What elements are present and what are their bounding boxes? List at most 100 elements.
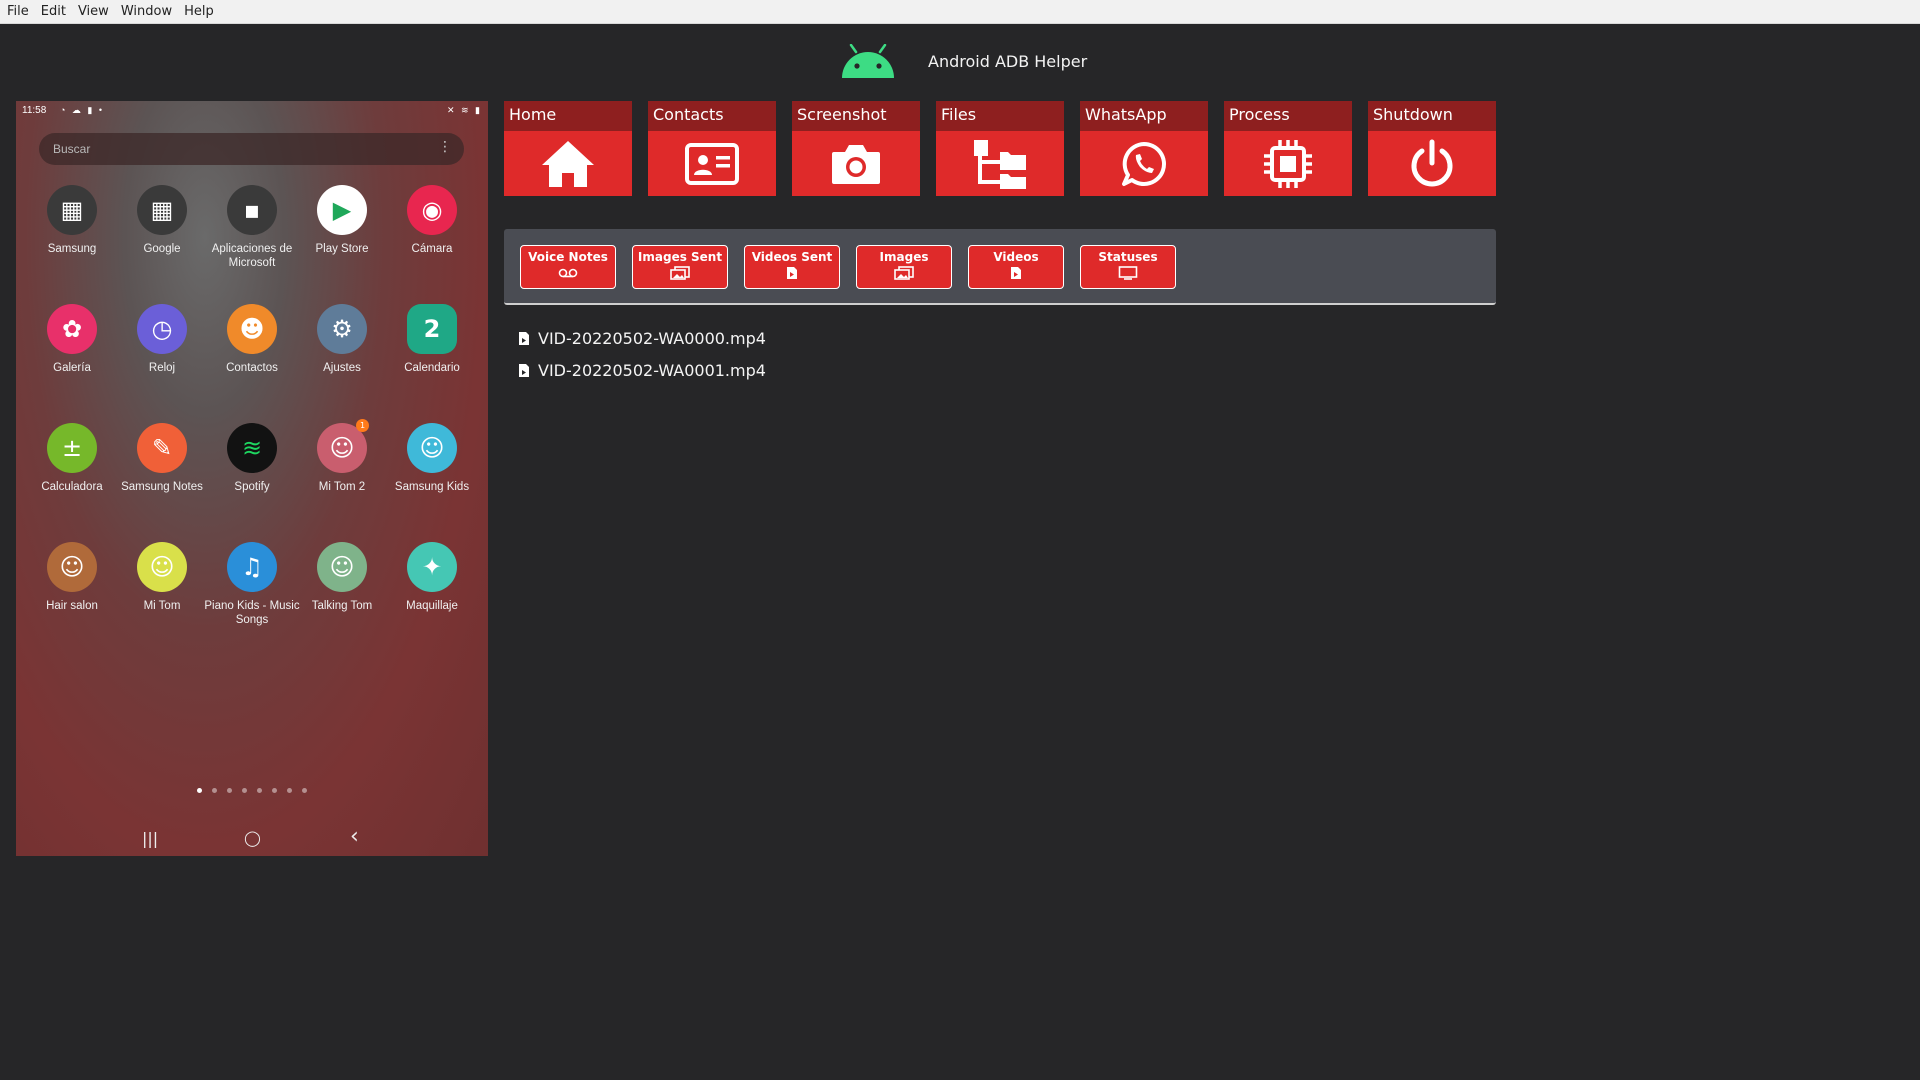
app-label: Spotify — [234, 481, 270, 493]
calculator-icon: ± — [47, 423, 97, 473]
makeup-icon: ✦ — [407, 542, 457, 592]
app-label: Calculadora — [41, 481, 103, 493]
play-store-icon: ▶ — [317, 185, 367, 235]
app-label: Ajustes — [323, 362, 361, 374]
statuses-button[interactable]: Statuses — [1080, 245, 1176, 289]
page-dot[interactable] — [287, 788, 292, 793]
tool-shutdown-label: Shutdown — [1368, 101, 1496, 131]
app-label: Hair salon — [46, 600, 98, 612]
app-samsung-notes[interactable]: ✎ Samsung Notes — [112, 423, 212, 494]
video-file-icon — [787, 267, 797, 279]
app-header: Android ADB Helper — [0, 40, 1920, 86]
images-sent-label: Images Sent — [637, 250, 723, 264]
settings-icon: ⚙ — [317, 304, 367, 354]
file-list-item[interactable]: VID-20220502-WA0000.mp4 — [518, 322, 766, 354]
app-contacts-app[interactable]: ☻ Contactos — [202, 304, 302, 375]
voice-notes-button[interactable]: Voice Notes — [520, 245, 616, 289]
page-dot[interactable] — [227, 788, 232, 793]
home-nav-button[interactable]: ◯ — [244, 829, 261, 847]
app-label: Mi Tom 2 — [318, 481, 366, 493]
images-sent-button[interactable]: Images Sent — [632, 245, 728, 289]
videos-sent-button[interactable]: Videos Sent — [744, 245, 840, 289]
recent-apps-button[interactable]: ||| — [142, 829, 158, 848]
images-icon — [670, 266, 690, 280]
samsung-folder-icon: ▦ — [47, 185, 97, 235]
voice-notes-label: Voice Notes — [528, 250, 608, 264]
videos-button[interactable]: Videos — [968, 245, 1064, 289]
menu-window[interactable]: Window — [116, 4, 177, 19]
app-camera-app[interactable]: ◉ Cámara — [382, 185, 482, 256]
phone-search-placeholder: Buscar — [53, 142, 91, 156]
tool-home-label: Home — [504, 101, 632, 131]
home-icon — [542, 140, 594, 187]
tool-contacts[interactable]: Contacts — [648, 101, 776, 196]
phone-screen[interactable]: 11:58 ◔ ☁ ▮ • ✕ ≋ ▮ Buscar ⋮ ▦ Samsung ▦ Go… — [16, 101, 488, 856]
images-button[interactable]: Images — [856, 245, 952, 289]
google-folder-icon: ▦ — [137, 185, 187, 235]
menu-help[interactable]: Help — [179, 4, 219, 19]
app-label: Piano Kids - Music Songs — [204, 600, 300, 626]
samsung-notes-icon: ✎ — [137, 423, 187, 473]
app-gallery[interactable]: ✿ Galería — [22, 304, 122, 375]
power-icon — [1411, 139, 1453, 186]
app-label: Samsung — [47, 243, 97, 255]
app-label: Calendario — [404, 362, 460, 374]
page-dot[interactable] — [212, 788, 217, 793]
my-tom-icon: ☺ — [137, 542, 187, 592]
app-samsung-kids[interactable]: ☺ Samsung Kids — [382, 423, 482, 494]
notification-icons: ◔ ☁ ▮ • — [60, 105, 105, 115]
phone-nav-bar: ||| ◯ ‹ — [16, 824, 488, 853]
app-makeup[interactable]: ✦ Maquillaje — [382, 542, 482, 613]
file-list: VID-20220502-WA0000.mp4 VID-20220502-WA0… — [518, 322, 766, 386]
my-tom-2-icon: ☺ 1 — [317, 419, 369, 473]
tool-screenshot[interactable]: Screenshot — [792, 101, 920, 196]
app-clock[interactable]: ◷ Reloj — [112, 304, 212, 375]
app-microsoft-folder[interactable]: ▪ Aplicaciones de Microsoft — [202, 185, 302, 270]
app-my-tom[interactable]: ☺ Mi Tom — [112, 542, 212, 613]
app-calculator[interactable]: ± Calculadora — [22, 423, 122, 494]
app-calendar[interactable]: 2 Calendario — [382, 304, 482, 375]
tool-screenshot-label: Screenshot — [792, 101, 920, 131]
app-hair-salon[interactable]: ☺ Hair salon — [22, 542, 122, 613]
kebab-menu-icon[interactable]: ⋮ — [438, 139, 452, 155]
app-label: Cámara — [411, 243, 453, 255]
tool-shutdown[interactable]: Shutdown — [1368, 101, 1496, 196]
phone-search-bar[interactable]: Buscar ⋮ — [39, 133, 464, 165]
images-icon — [894, 266, 914, 280]
menu-edit[interactable]: Edit — [36, 4, 71, 19]
app-play-store[interactable]: ▶ Play Store — [292, 185, 392, 256]
app-piano-kids[interactable]: ♫ Piano Kids - Music Songs — [202, 542, 302, 627]
app-talking-tom[interactable]: ☺ Talking Tom — [292, 542, 392, 613]
tool-home[interactable]: Home — [504, 101, 632, 196]
menu-view[interactable]: View — [73, 4, 114, 19]
voicemail-icon — [558, 268, 578, 278]
app-label: Talking Tom — [311, 600, 373, 612]
tool-whatsapp[interactable]: WhatsApp — [1080, 101, 1208, 196]
file-name: VID-20220502-WA0000.mp4 — [538, 328, 766, 348]
statuses-label: Statuses — [1098, 250, 1158, 264]
status-time: 11:58 — [22, 105, 47, 116]
page-dot[interactable] — [242, 788, 247, 793]
app-label: Maquillaje — [406, 600, 458, 612]
app-settings[interactable]: ⚙ Ajustes — [292, 304, 392, 375]
app-google-folder[interactable]: ▦ Google — [112, 185, 212, 256]
whatsapp-panel: Voice Notes Images Sent Videos Sent Imag… — [504, 229, 1496, 305]
tool-process[interactable]: Process — [1224, 101, 1352, 196]
app-my-tom-2[interactable]: ☺ 1 Mi Tom 2 — [292, 419, 392, 494]
menu-file[interactable]: File — [2, 4, 34, 19]
tool-contacts-label: Contacts — [648, 101, 776, 131]
back-nav-button[interactable]: ‹ — [350, 824, 359, 849]
tool-files[interactable]: Files — [936, 101, 1064, 196]
file-list-item[interactable]: VID-20220502-WA0001.mp4 — [518, 354, 766, 386]
system-status-icons: ✕ ≋ ▮ — [446, 105, 482, 115]
app-spotify[interactable]: ≋ Spotify — [202, 423, 302, 494]
page-dot[interactable] — [257, 788, 262, 793]
page-dot[interactable] — [302, 788, 307, 793]
page-dot[interactable] — [272, 788, 277, 793]
app-samsung-folder[interactable]: ▦ Samsung — [22, 185, 122, 256]
spotify-icon: ≋ — [227, 423, 277, 473]
phone-status-bar: 11:58 ◔ ☁ ▮ • ✕ ≋ ▮ — [22, 105, 482, 119]
videos-sent-label: Videos Sent — [751, 250, 833, 264]
app-label: Mi Tom — [143, 600, 181, 612]
page-dot[interactable] — [197, 788, 202, 793]
